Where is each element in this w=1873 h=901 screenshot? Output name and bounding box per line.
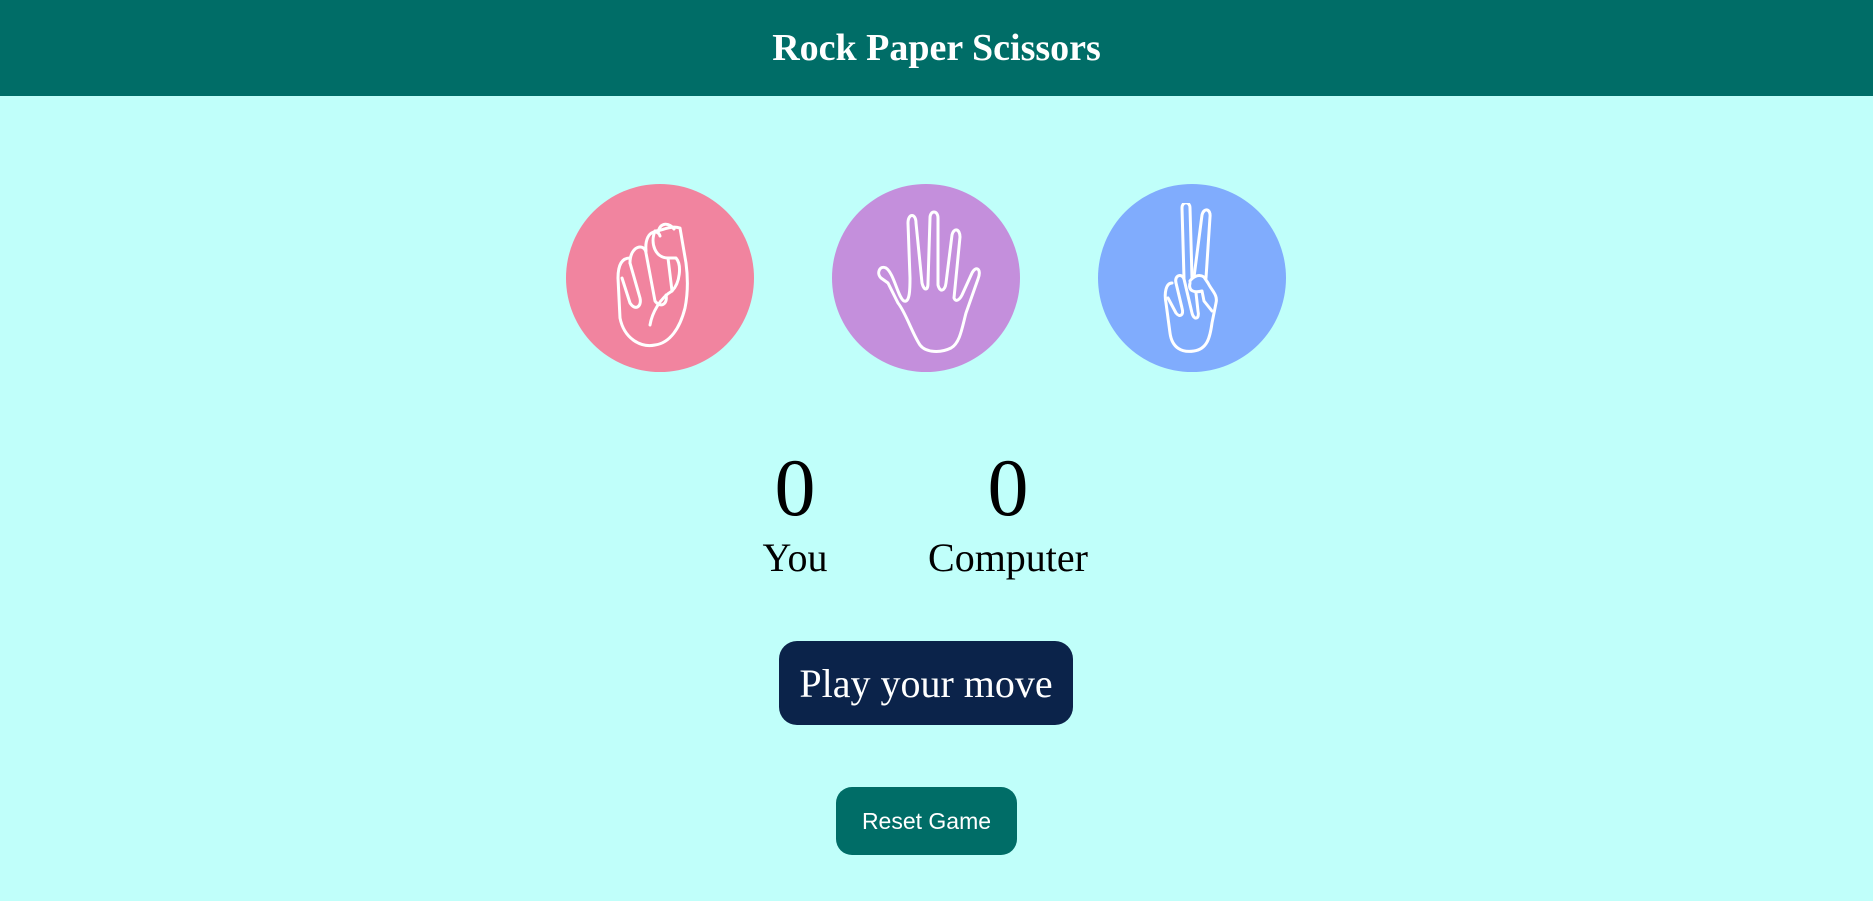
rock-choice[interactable]: [566, 184, 754, 372]
play-move-button[interactable]: Play your move: [779, 641, 1073, 725]
open-hand-icon: [877, 210, 981, 353]
computer-score: 0 Computer: [928, 440, 1088, 580]
player-score: 0 You: [763, 440, 828, 580]
paper-choice[interactable]: [832, 184, 1020, 372]
peace-hand-icon: [1163, 203, 1218, 353]
scissors-choice[interactable]: [1098, 184, 1286, 372]
reset-game-button[interactable]: Reset Game: [836, 787, 1017, 855]
computer-score-value: 0: [987, 442, 1029, 533]
player-score-label: You: [762, 535, 828, 580]
computer-score-label: Computer: [928, 535, 1088, 580]
player-score-value: 0: [774, 442, 816, 533]
page-title: Rock Paper Scissors: [772, 27, 1101, 69]
fist-icon: [616, 222, 689, 348]
header: Rock Paper Scissors: [0, 0, 1873, 96]
